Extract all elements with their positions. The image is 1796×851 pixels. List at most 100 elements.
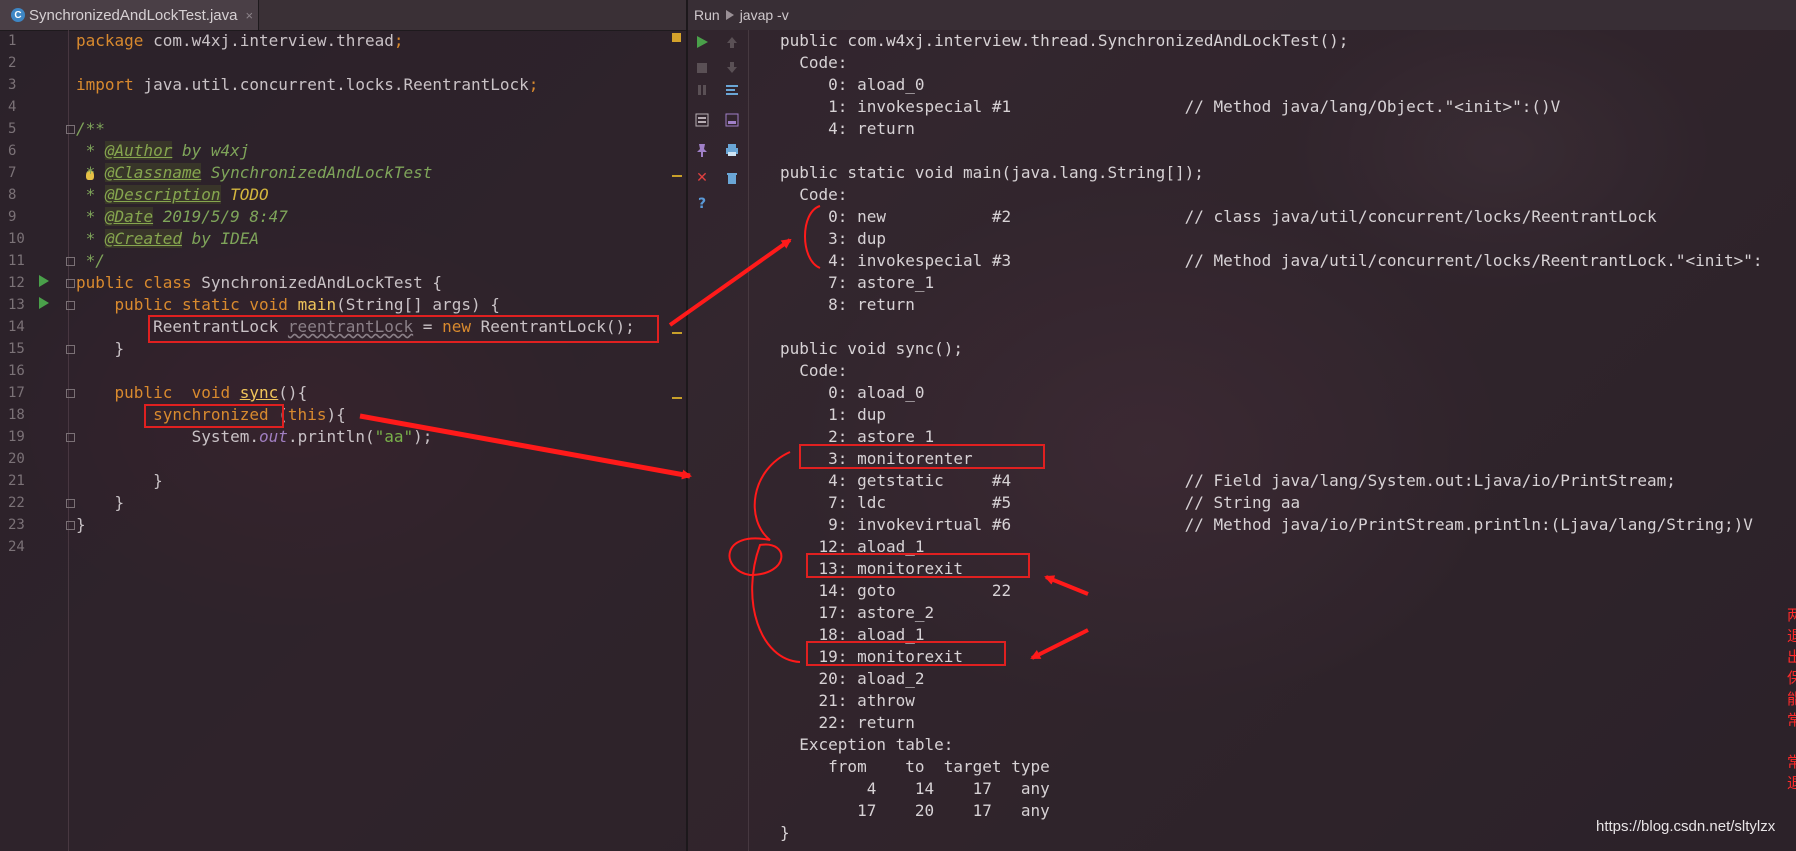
- console-line: 17 20 17 any: [780, 801, 1050, 820]
- line-number: 13: [8, 297, 25, 313]
- close-tab-icon[interactable]: ×: [245, 8, 253, 23]
- scroll-down-icon[interactable]: [724, 60, 740, 76]
- method-name: main: [297, 295, 337, 314]
- fold-icon[interactable]: [66, 521, 75, 530]
- code-text: ;: [528, 75, 539, 94]
- run-class-icon[interactable]: [39, 275, 49, 287]
- console-line: 0: new #2 // class java/util/concurrent/…: [780, 207, 1657, 226]
- console-line: Code:: [780, 185, 848, 204]
- run-config-icon: [725, 10, 734, 20]
- code-area[interactable]: package com.w4xj.interview.thread; impor…: [76, 30, 684, 851]
- line-number: 19: [8, 429, 25, 445]
- help-icon[interactable]: ?: [694, 196, 710, 212]
- clear-all-icon[interactable]: [724, 170, 740, 186]
- console-line: 4: return: [780, 119, 915, 138]
- console-line: Exception table:: [780, 735, 954, 754]
- pin-tab-icon[interactable]: [694, 142, 710, 158]
- run-main-icon[interactable]: [39, 297, 49, 309]
- line-number: 14: [8, 319, 25, 335]
- fold-icon[interactable]: [66, 257, 75, 266]
- keyword: public void: [114, 383, 231, 402]
- console-line: 20: aload_2: [780, 669, 925, 688]
- stripe-marker[interactable]: [672, 332, 682, 334]
- fold-icon[interactable]: [66, 279, 75, 288]
- line-number: 23: [8, 517, 25, 533]
- stripe-marker[interactable]: [672, 175, 682, 177]
- editor-pane: C SynchronizedAndLockTest.java × 1 2 3 4…: [0, 0, 686, 851]
- code-text: *: [76, 207, 105, 226]
- code-text: 2019/5/9 8:47: [153, 207, 288, 226]
- fold-icon[interactable]: [66, 433, 75, 442]
- code-line: * @Description TODO: [76, 184, 269, 206]
- code-line: package com.w4xj.interview.thread;: [76, 30, 404, 52]
- code-line: public static void main(String[] args) {: [76, 294, 500, 316]
- highlight-box-monitorexit-13: [806, 553, 1030, 578]
- console-line: 9: invokevirtual #6 // Method java/io/Pr…: [780, 515, 1753, 534]
- line-number: 10: [8, 231, 25, 247]
- pause-button[interactable]: [694, 82, 710, 98]
- line-number: 21: [8, 473, 25, 489]
- fold-icon[interactable]: [66, 389, 75, 398]
- run-header: Run javap -v: [688, 0, 1796, 30]
- keyword: public static void: [114, 295, 288, 314]
- console-line: Code:: [780, 53, 848, 72]
- code-text: SynchronizedAndLockTest {: [191, 273, 443, 292]
- stop-button[interactable]: [694, 60, 710, 76]
- javadoc-tag: @Author: [104, 141, 173, 160]
- line-number: 18: [8, 407, 25, 423]
- code-text: com.w4xj.interview.thread: [143, 31, 394, 50]
- editor-file-tab[interactable]: C SynchronizedAndLockTest.java ×: [0, 0, 259, 30]
- line-number: 16: [8, 363, 25, 379]
- console-line: 1: invokespecial #1 // Method java/lang/…: [780, 97, 1561, 116]
- line-number: 22: [8, 495, 25, 511]
- console-line: 8: return: [780, 295, 915, 314]
- highlight-box-reentrantlock: [148, 315, 659, 343]
- string-literal: "aa": [374, 427, 414, 446]
- fold-icon[interactable]: [66, 499, 75, 508]
- code-text: TODO: [220, 185, 269, 204]
- line-number: 17: [8, 385, 25, 401]
- console-line: public com.w4xj.interview.thread.Synchro…: [780, 31, 1349, 50]
- console-line: }: [780, 823, 790, 842]
- console-line: from to target type: [780, 757, 1050, 776]
- run-tool-window: Run javap -v ✕ ? public com.w4xj.intervi…: [686, 0, 1796, 851]
- javadoc-tag: @Date: [104, 207, 154, 226]
- line-number: 11: [8, 253, 25, 269]
- fold-icon[interactable]: [66, 345, 75, 354]
- code-line: public void sync(){: [76, 382, 308, 404]
- run-config-tab[interactable]: javap -v: [740, 7, 789, 23]
- console-output[interactable]: public com.w4xj.interview.thread.Synchro…: [780, 30, 1796, 851]
- code-line: */: [76, 251, 105, 270]
- restore-layout-icon[interactable]: [694, 112, 710, 128]
- console-line: public void sync();: [780, 339, 964, 358]
- javadoc-tag: @Classname: [104, 163, 202, 182]
- console-line: 3: dup: [780, 229, 886, 248]
- code-text: by IDEA: [181, 229, 260, 248]
- fold-icon[interactable]: [66, 125, 75, 134]
- print-icon[interactable]: [724, 142, 740, 158]
- line-number: 8: [8, 187, 17, 203]
- console-line: 0: aload_0: [780, 383, 925, 402]
- console-line: 14: goto 22: [780, 581, 1012, 600]
- rerun-button[interactable]: [694, 34, 710, 50]
- method-name: sync: [239, 383, 279, 402]
- keyword: import: [76, 75, 134, 94]
- code-text: System.: [76, 427, 260, 446]
- stripe-marker[interactable]: [672, 397, 682, 399]
- code-text: SynchronizedAndLockTest: [201, 163, 433, 182]
- soft-wrap-icon[interactable]: [724, 82, 740, 98]
- fold-icon[interactable]: [66, 301, 75, 310]
- line-number: 12: [8, 275, 25, 291]
- close-icon[interactable]: ✕: [694, 170, 710, 186]
- code-line: System.out.println("aa");: [76, 426, 433, 448]
- scroll-up-icon[interactable]: [724, 34, 740, 50]
- run-label: Run: [694, 7, 720, 23]
- line-number-gutter: 1 2 3 4 5 6 7 8 9 10 11 12 13 14 15 16 1…: [0, 30, 94, 851]
- scroll-to-end-icon[interactable]: [724, 112, 740, 128]
- inspection-status-icon[interactable]: [672, 33, 681, 42]
- console-line: 22: return: [780, 713, 915, 732]
- screenshot: C SynchronizedAndLockTest.java × 1 2 3 4…: [0, 0, 1796, 851]
